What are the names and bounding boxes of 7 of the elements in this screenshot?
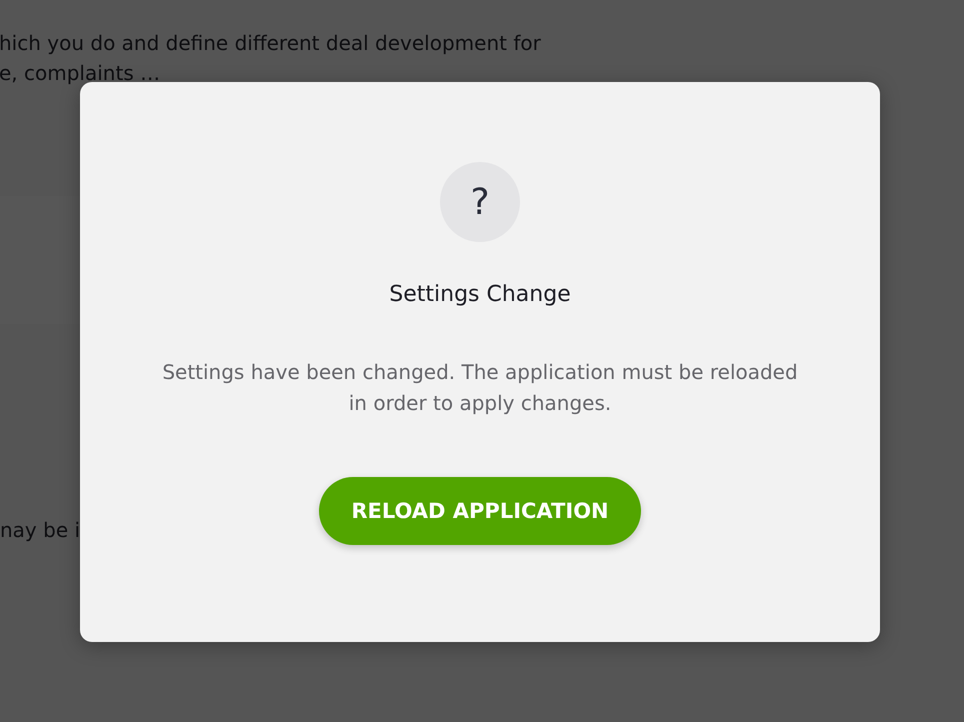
reload-button[interactable]: RELOAD APPLICATION: [319, 477, 641, 545]
dialog-title: Settings Change: [389, 282, 571, 307]
page-text: e, complaints …: [0, 60, 162, 87]
dialog-message: Settings have been changed. The application must be reloaded in order to apply changes.: [161, 359, 799, 417]
question-icon: ?: [440, 162, 520, 242]
page-text: nay be i: [0, 518, 82, 542]
page-text: hich you do and define different deal development for: [0, 30, 542, 57]
